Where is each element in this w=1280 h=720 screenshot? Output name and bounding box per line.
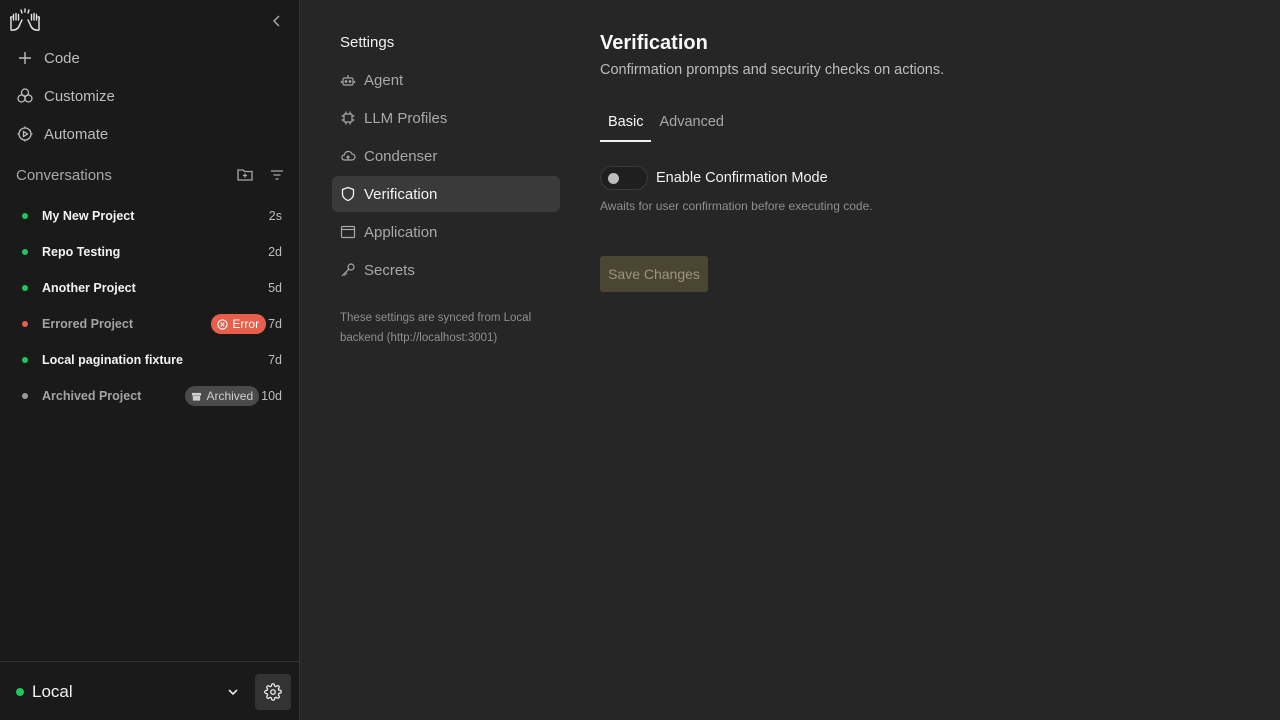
conversation-time: 10d [261, 389, 282, 403]
status-dot [22, 213, 28, 219]
conversations-label: Conversations [16, 166, 112, 184]
settings-sync-note: These settings are synced from Local bac… [340, 312, 532, 344]
tab-advanced[interactable]: Advanced [651, 104, 732, 142]
archive-box-icon [192, 392, 202, 401]
settings-nav-label: Condenser [364, 147, 438, 165]
gear-icon [264, 683, 282, 701]
nav-automate[interactable]: Automate [16, 122, 108, 146]
sidebar-footer: Local [0, 661, 300, 720]
automate-icon [17, 126, 33, 142]
nav-code-label: Code [44, 49, 80, 67]
shield-icon [341, 186, 355, 202]
conversations-header: Conversations [16, 164, 286, 186]
settings-nav-verification[interactable]: Verification [332, 176, 560, 212]
chevron-down-icon [228, 689, 238, 696]
nav-customize[interactable]: Customize [16, 84, 115, 108]
new-folder-button[interactable] [236, 166, 254, 184]
page-subtitle: Confirmation prompts and security checks… [600, 62, 945, 78]
settings-nav-label: Secrets [364, 261, 415, 279]
collapse-sidebar-button[interactable] [268, 12, 286, 30]
status-dot [22, 357, 28, 363]
nav-automate-label: Automate [44, 125, 109, 143]
nav-code[interactable]: Code [16, 46, 80, 70]
customize-icon [17, 88, 33, 103]
status-dot [22, 285, 28, 291]
settings-nav-application[interactable]: Application [332, 214, 560, 250]
backend-selector[interactable]: Local [16, 682, 240, 702]
conversation-time: 2s [268, 209, 282, 223]
confirmation-mode-row: Enable Confirmation Mode [600, 166, 828, 190]
settings-button[interactable] [255, 674, 291, 710]
robot-icon [340, 75, 356, 86]
conversation-item[interactable]: Another Project 5d [0, 270, 300, 306]
settings-nav-label: LLM Profiles [364, 109, 448, 127]
error-circle-icon [217, 318, 229, 330]
conversation-item[interactable]: Errored Project Error 7d [0, 306, 300, 342]
confirmation-mode-label: Enable Confirmation Mode [656, 170, 828, 186]
conversation-item[interactable]: Repo Testing 2d [0, 234, 300, 270]
status-dot [22, 393, 28, 399]
settings-nav-label: Verification [364, 185, 438, 203]
folder-plus-icon [237, 169, 253, 181]
sidebar: Code Customize Automate Conversations My… [0, 0, 300, 720]
conversation-time: 7d [268, 353, 282, 367]
key-icon [341, 263, 355, 277]
status-dot [22, 321, 28, 327]
conversation-item[interactable]: Archived Project Archived 10d [0, 378, 300, 414]
conversation-list: My New Project 2s Repo Testing 2d Anothe… [0, 198, 300, 414]
save-changes-button[interactable]: Save Changes [600, 256, 708, 292]
chevron-left-icon [272, 15, 280, 27]
conversation-title: Repo Testing [42, 245, 121, 259]
conversation-time: 2d [268, 245, 282, 259]
conversation-item[interactable]: Local pagination fixture 7d [0, 342, 300, 378]
chip-icon [341, 111, 355, 125]
page-title: Verification [600, 32, 708, 54]
archived-badge: Archived [185, 386, 260, 406]
settings-title: Settings [340, 34, 395, 51]
settings-nav-condenser[interactable]: Condenser [332, 138, 560, 174]
error-badge: Error [211, 314, 267, 334]
conversation-title: Errored Project [42, 317, 134, 331]
status-dot [22, 249, 28, 255]
window-icon [340, 225, 356, 239]
cloud-icon [341, 150, 356, 161]
conversation-title: Local pagination fixture [42, 353, 183, 367]
conversation-time: 5d [268, 281, 282, 295]
confirmation-mode-help: Awaits for user confirmation before exec… [600, 199, 873, 213]
archived-badge-label: Archived [206, 389, 254, 403]
logo-hands-icon[interactable] [8, 8, 42, 32]
settings-nav-llm-profiles[interactable]: LLM Profiles [332, 100, 560, 136]
settings-nav-secrets[interactable]: Secrets [332, 252, 560, 288]
conversation-time: 7d [268, 317, 282, 331]
tab-bar: Basic Advanced [600, 104, 732, 142]
backend-label: Local [32, 682, 73, 701]
conversation-title: Another Project [42, 281, 136, 295]
nav-customize-label: Customize [44, 87, 115, 105]
toggle-knob [608, 173, 619, 184]
error-badge-label: Error [232, 317, 260, 331]
confirmation-mode-toggle[interactable] [600, 166, 648, 190]
backend-status-dot [16, 688, 24, 696]
settings-nav-agent[interactable]: Agent [332, 62, 560, 98]
plus-icon [19, 52, 31, 64]
conversation-item[interactable]: My New Project 2s [0, 198, 300, 234]
settings-nav-label: Agent [364, 71, 404, 89]
filter-icon [271, 170, 283, 180]
settings-nav-label: Application [364, 223, 438, 241]
conversation-title: My New Project [42, 209, 135, 223]
filter-button[interactable] [268, 166, 286, 184]
tab-basic[interactable]: Basic [600, 104, 652, 142]
conversation-title: Archived Project [42, 389, 142, 403]
